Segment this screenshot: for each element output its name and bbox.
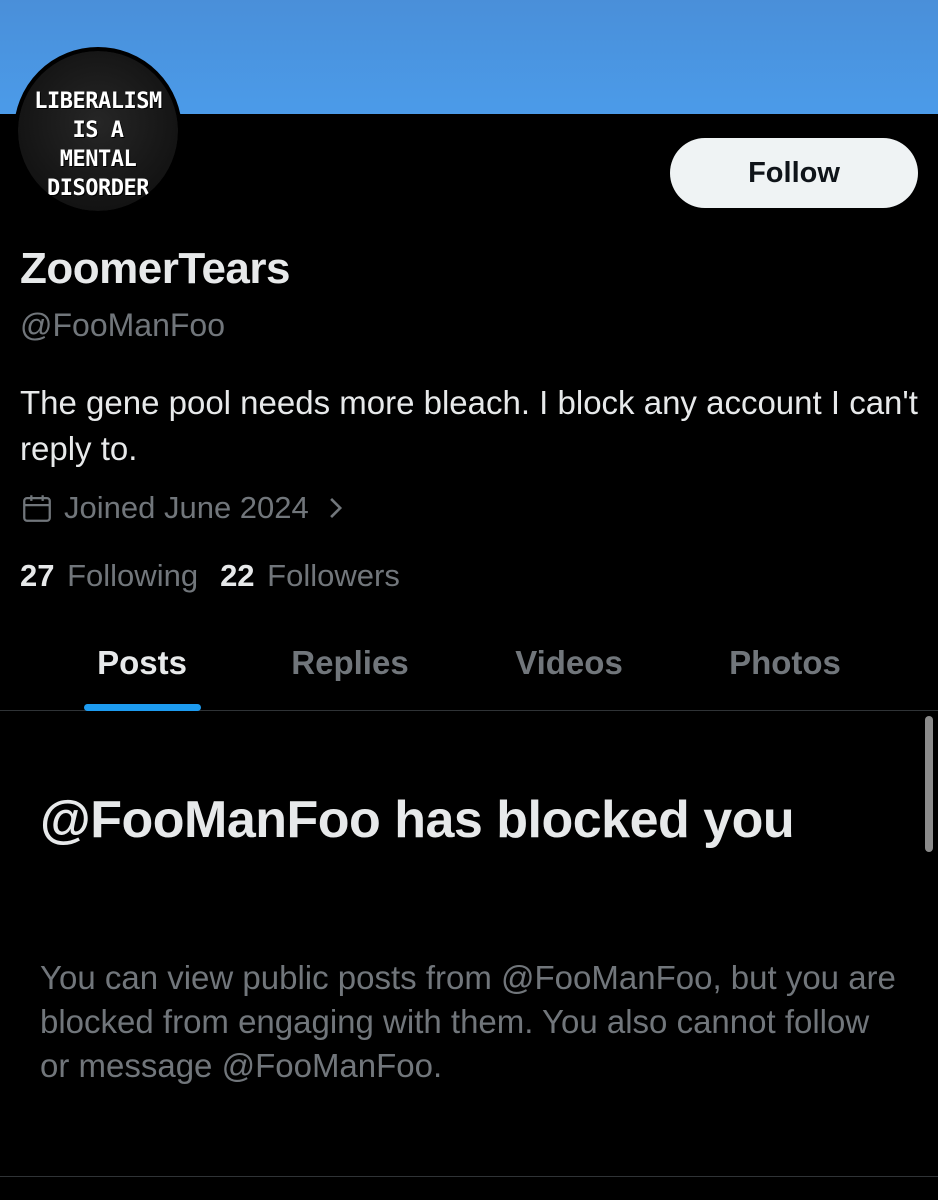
follow-stats: 27 Following 22 Followers [20, 558, 422, 594]
follow-button[interactable]: Follow [670, 138, 918, 208]
joined-date-row[interactable]: Joined June 2024 [20, 490, 347, 526]
avatar[interactable]: LIBERALISM IS A MENTAL DISORDER [14, 47, 182, 215]
tab-videos[interactable]: Videos [488, 615, 650, 711]
following-link[interactable]: 27 Following [20, 558, 198, 594]
profile-handle: @FooManFoo [20, 307, 226, 343]
followers-link[interactable]: 22 Followers [220, 558, 400, 594]
profile-tabs: Posts Replies Videos Photos [0, 615, 938, 711]
profile-bio: The gene pool needs more bleach. I block… [20, 384, 918, 467]
divider [0, 1176, 938, 1177]
joined-date-label: Joined June 2024 [64, 490, 309, 525]
following-count: 27 [20, 558, 55, 593]
followers-label: Followers [267, 558, 400, 593]
tab-posts[interactable]: Posts [62, 615, 222, 711]
tab-photos[interactable]: Photos [700, 615, 870, 711]
blocked-title: @FooManFoo has blocked you [40, 791, 795, 849]
blocked-description: You can view public posts from @FooManFo… [40, 959, 896, 1084]
followers-count: 22 [220, 558, 255, 593]
scrollbar[interactable] [925, 716, 933, 852]
active-tab-indicator [84, 704, 201, 711]
tab-replies[interactable]: Replies [262, 615, 438, 711]
calendar-icon [23, 495, 51, 522]
following-label: Following [67, 558, 199, 593]
avatar-image: LIBERALISM IS A MENTAL DISORDER [18, 51, 178, 211]
chevron-right-icon [329, 497, 342, 519]
avatar-text: LIBERALISM IS A MENTAL DISORDER [34, 89, 162, 201]
display-name: ZoomerTears [20, 244, 291, 293]
